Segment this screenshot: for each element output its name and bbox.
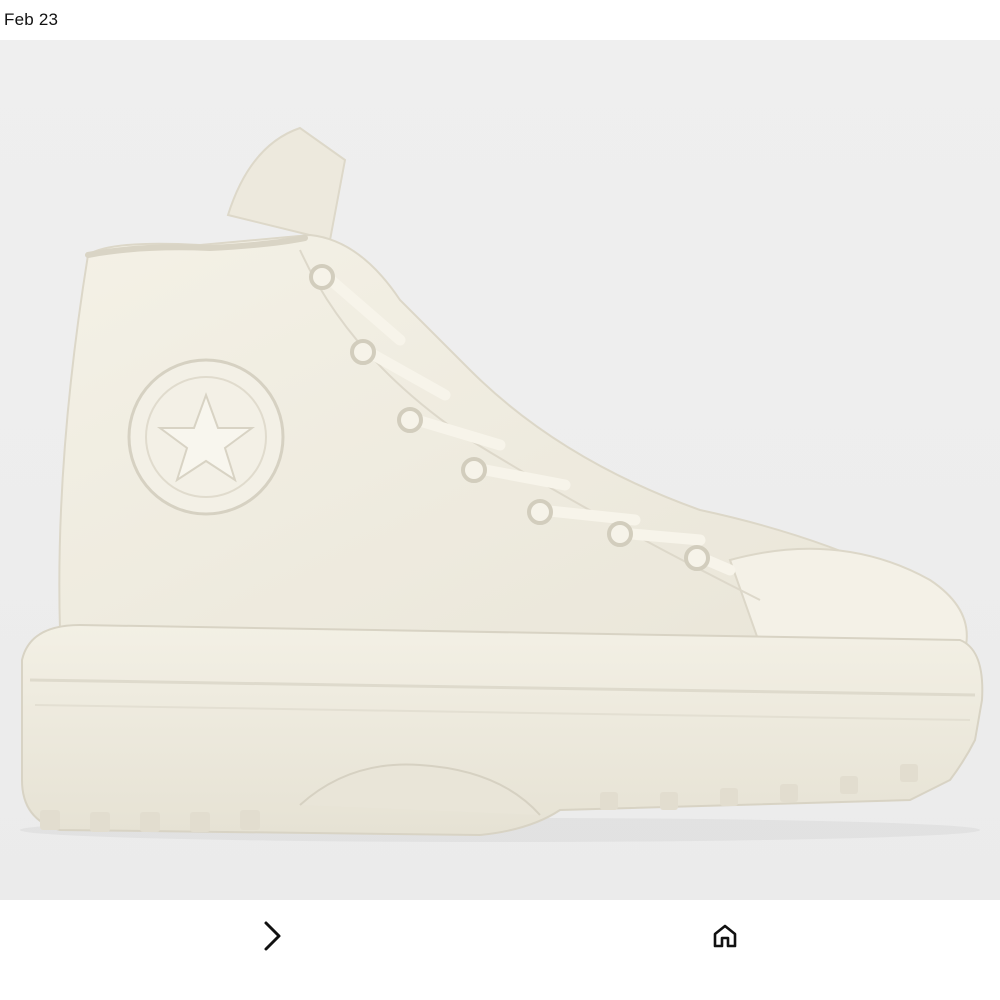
home-icon [713, 924, 737, 948]
bottom-toolbar [0, 900, 1000, 1000]
home-button[interactable] [703, 914, 747, 958]
sneaker-image [20, 126, 984, 842]
status-bar: Feb 23 [0, 0, 1000, 40]
status-date: Feb 23 [4, 10, 59, 29]
photo-viewer[interactable] [0, 40, 1000, 900]
ankle-patch [127, 358, 285, 516]
next-button[interactable] [251, 914, 295, 958]
chevron-right-icon [264, 921, 281, 951]
